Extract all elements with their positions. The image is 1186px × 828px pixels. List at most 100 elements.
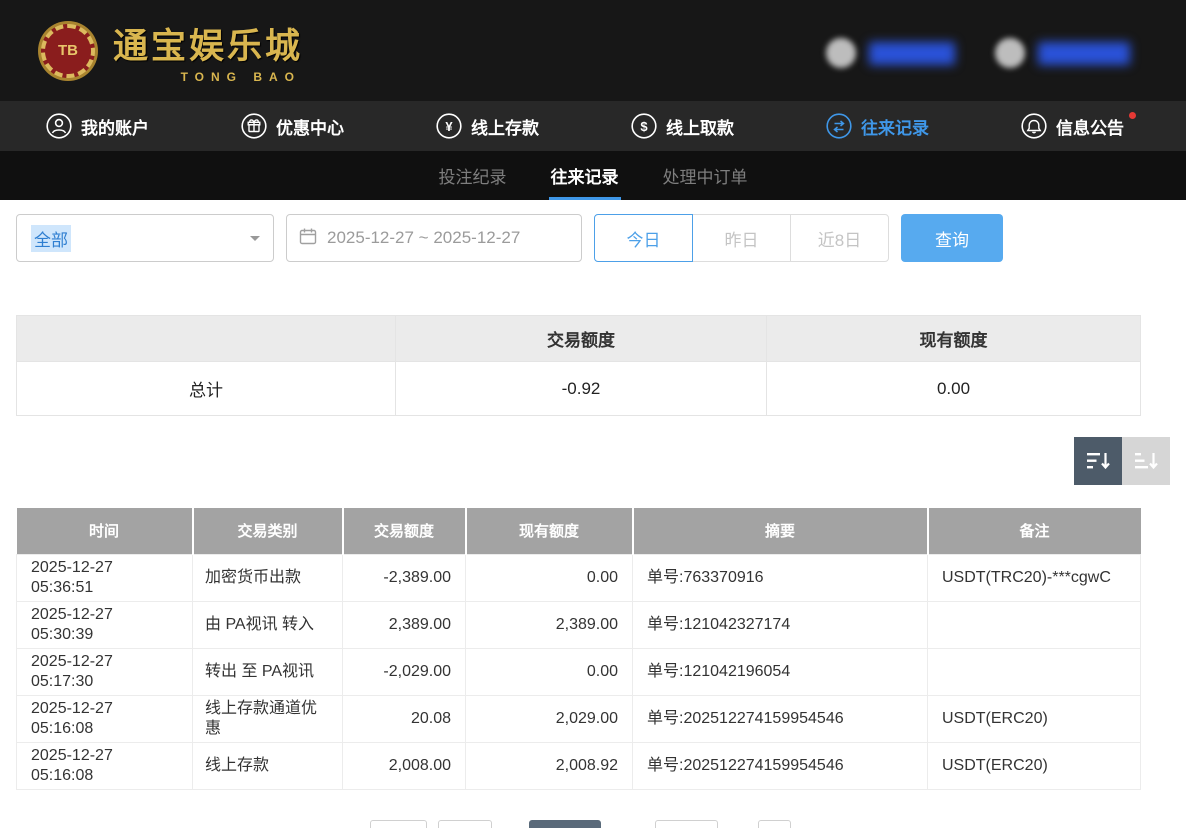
- nav-item-promotions[interactable]: 优惠中心: [241, 113, 344, 139]
- sub-nav: 投注纪录 往来记录 处理中订单: [0, 151, 1186, 200]
- summary-table: 交易额度 现有额度 总计 -0.92 0.00: [16, 315, 1141, 416]
- brand-name: 通宝娱乐城: [113, 18, 303, 69]
- cell-balance: 2,389.00: [466, 601, 633, 648]
- nav-label: 优惠中心: [276, 114, 344, 139]
- quick-label: 近8日: [818, 226, 861, 251]
- nav-label: 往来记录: [861, 114, 929, 139]
- cell-type: 线上存款: [193, 742, 343, 789]
- calendar-icon: [299, 227, 317, 250]
- cell-summary: 单号:121042327174: [633, 601, 928, 648]
- col-header-balance: 现有额度: [466, 508, 633, 554]
- redacted-balance-group: [995, 38, 1130, 68]
- col-header-summary: 摘要: [633, 508, 928, 554]
- tab-bet-records[interactable]: 投注纪录: [437, 151, 509, 200]
- top-header: TB 通宝娱乐城 TONG BAO: [0, 0, 1186, 101]
- pagination-button[interactable]: [758, 820, 791, 828]
- cell-type: 加密货币出款: [193, 554, 343, 601]
- cell-summary: 单号:763370916: [633, 554, 928, 601]
- category-dropdown[interactable]: 全部: [16, 214, 274, 262]
- pagination-button[interactable]: [438, 820, 492, 828]
- cell-remark: [928, 648, 1141, 695]
- cell-type: 线上存款通道优惠: [193, 695, 343, 742]
- nav-label: 我的账户: [81, 114, 149, 139]
- cell-summary: 单号:202512274159954546: [633, 695, 928, 742]
- cell-time: 2025-12-27 05:30:39: [17, 601, 193, 648]
- sort-controls: [16, 437, 1170, 485]
- cell-remark: USDT(ERC20): [928, 695, 1141, 742]
- quick-date-buttons: 今日 昨日 近8日: [594, 214, 889, 262]
- cell-amount: 2,008.00: [343, 742, 466, 789]
- sort-ascending-icon: [1132, 447, 1160, 475]
- date-range-value: 2025-12-27 ~ 2025-12-27: [327, 228, 520, 248]
- summary-header-balance: 现有额度: [767, 316, 1141, 362]
- yesterday-button[interactable]: 昨日: [692, 214, 791, 262]
- cell-time: 2025-12-27 05:36:51: [17, 554, 193, 601]
- category-dropdown-value: 全部: [31, 225, 71, 252]
- col-header-remark: 备注: [928, 508, 1141, 554]
- date-range-picker[interactable]: 2025-12-27 ~ 2025-12-27: [286, 214, 582, 262]
- cell-balance: 0.00: [466, 554, 633, 601]
- summary-header-row: 交易额度 现有额度: [17, 316, 1141, 362]
- nav-label: 线上取款: [666, 114, 734, 139]
- pagination-button[interactable]: [655, 820, 718, 828]
- tab-pending-orders[interactable]: 处理中订单: [661, 151, 750, 200]
- sort-descending-button[interactable]: [1074, 437, 1122, 485]
- quick-label: 昨日: [725, 226, 759, 251]
- chevron-down-icon: [250, 236, 260, 246]
- filter-row: 全部 2025-12-27 ~ 2025-12-27 今日 昨日 近8日 查: [16, 213, 1170, 263]
- redacted-balance: [1038, 42, 1130, 65]
- records-table: 时间 交易类别 交易额度 现有额度 摘要 备注 2025-12-27 05:36…: [16, 508, 1141, 790]
- tab-transaction-records[interactable]: 往来记录: [549, 151, 621, 200]
- cell-amount: 2,389.00: [343, 601, 466, 648]
- cell-balance: 2,029.00: [466, 695, 633, 742]
- casino-chip-icon: TB: [41, 24, 95, 78]
- pagination-current[interactable]: [529, 820, 601, 828]
- pagination-button[interactable]: [370, 820, 427, 828]
- summary-total-balance: 0.00: [767, 362, 1141, 416]
- summary-total-row: 总计 -0.92 0.00: [17, 362, 1141, 416]
- avatar: [826, 38, 856, 68]
- table-row: 2025-12-27 05:30:39 由 PA视讯 转入 2,389.00 2…: [17, 601, 1141, 648]
- cell-remark: [928, 601, 1141, 648]
- bell-icon: [1021, 113, 1047, 139]
- col-header-type: 交易类别: [193, 508, 343, 554]
- svg-text:¥: ¥: [445, 119, 453, 134]
- gift-icon: [241, 113, 267, 139]
- nav-item-announcements[interactable]: 信息公告: [1021, 113, 1124, 139]
- tab-label: 处理中订单: [663, 163, 748, 188]
- sort-descending-icon: [1084, 447, 1112, 475]
- cell-time: 2025-12-27 05:16:08: [17, 695, 193, 742]
- nav-item-transaction-records[interactable]: 往来记录: [826, 113, 929, 139]
- deposit-coin-icon: ¥: [436, 113, 462, 139]
- cell-amount: -2,389.00: [343, 554, 466, 601]
- cell-summary: 单号:121042196054: [633, 648, 928, 695]
- search-button[interactable]: 查询: [901, 214, 1003, 262]
- nav-item-withdrawal[interactable]: $ 线上取款: [631, 113, 734, 139]
- svg-text:$: $: [640, 119, 648, 134]
- redacted-username: [869, 42, 955, 65]
- sort-ascending-button[interactable]: [1122, 437, 1170, 485]
- tab-label: 往来记录: [551, 163, 619, 188]
- redacted-user-group: [826, 38, 955, 68]
- cell-time: 2025-12-27 05:17:30: [17, 648, 193, 695]
- today-button[interactable]: 今日: [594, 214, 693, 262]
- last-8-days-button[interactable]: 近8日: [790, 214, 889, 262]
- withdraw-coin-icon: $: [631, 113, 657, 139]
- nav-item-deposit[interactable]: ¥ 线上存款: [436, 113, 539, 139]
- brand-text: 通宝娱乐城 TONG BAO: [113, 18, 303, 84]
- tab-label: 投注纪录: [439, 163, 507, 188]
- summary-header-blank: [17, 316, 396, 362]
- nav-item-my-account[interactable]: 我的账户: [46, 113, 149, 139]
- cell-summary: 单号:202512274159954546: [633, 742, 928, 789]
- quick-label: 今日: [627, 226, 661, 251]
- nav-label: 线上存款: [471, 114, 539, 139]
- brand-subtitle: TONG BAO: [113, 70, 303, 84]
- summary-header-amount: 交易额度: [396, 316, 767, 362]
- main-nav: 我的账户 优惠中心 ¥ 线上存款: [0, 101, 1186, 151]
- brand-logo: TB 通宝娱乐城 TONG BAO: [38, 18, 303, 84]
- table-row: 2025-12-27 05:16:08 线上存款 2,008.00 2,008.…: [17, 742, 1141, 789]
- cell-amount: 20.08: [343, 695, 466, 742]
- table-row: 2025-12-27 05:16:08 线上存款通道优惠 20.08 2,029…: [17, 695, 1141, 742]
- cell-amount: -2,029.00: [343, 648, 466, 695]
- table-row: 2025-12-27 05:17:30 转出 至 PA视讯 -2,029.00 …: [17, 648, 1141, 695]
